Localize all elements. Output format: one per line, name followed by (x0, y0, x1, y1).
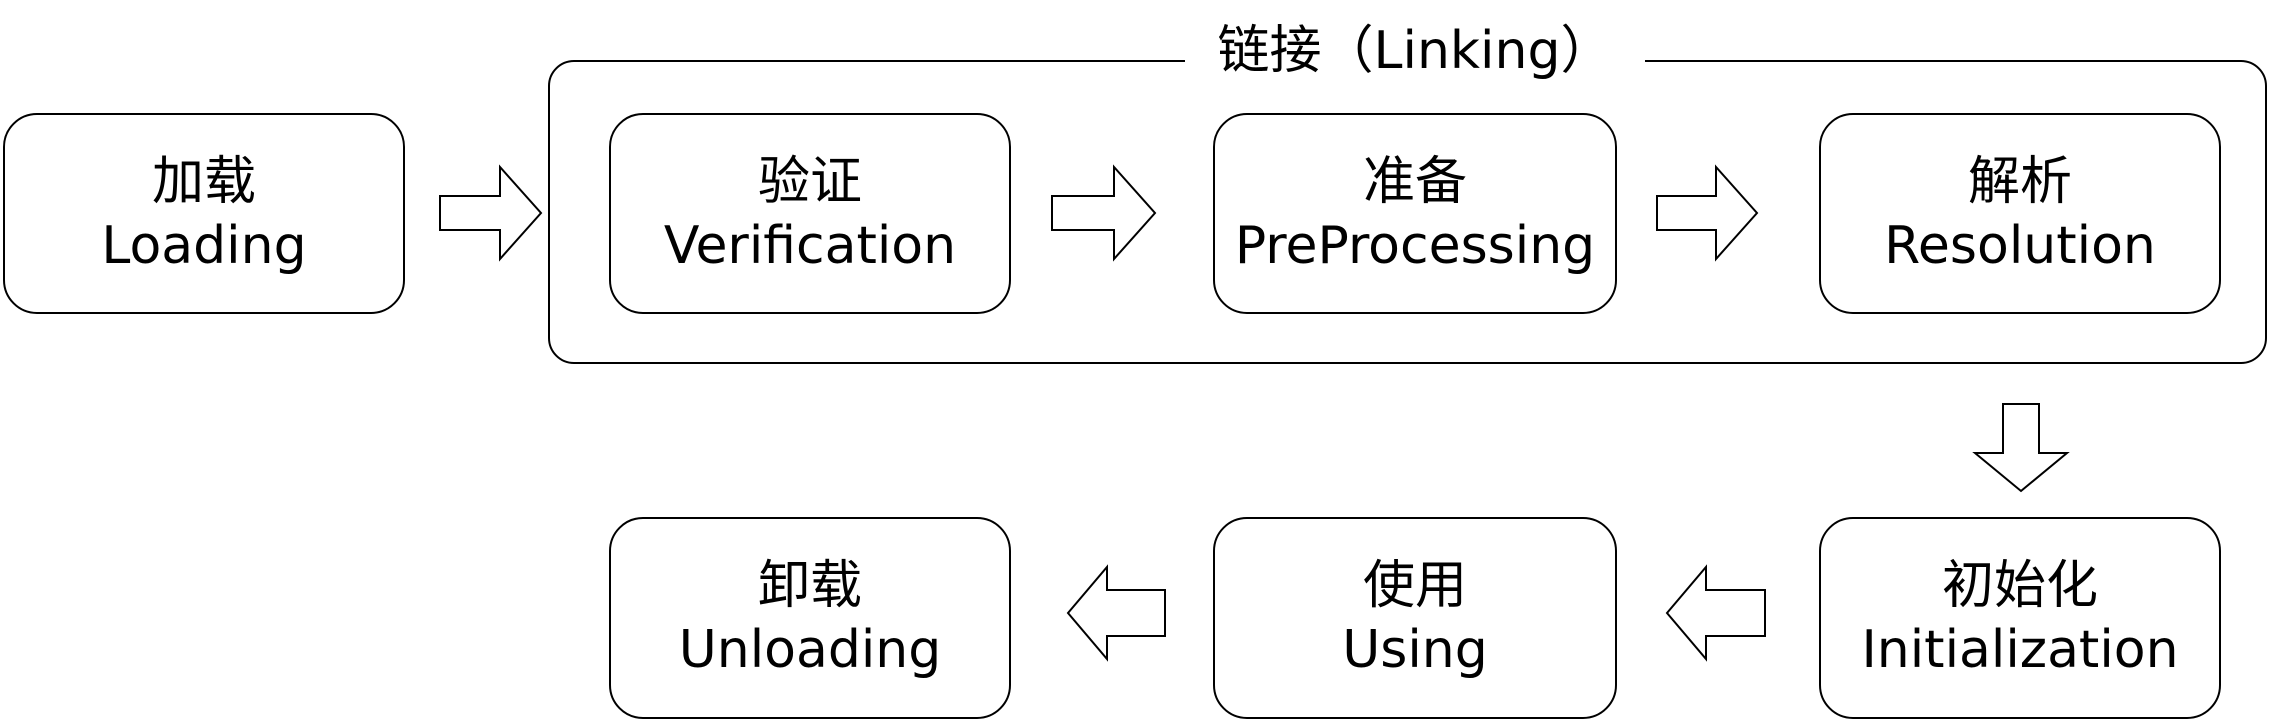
arrow-down-resolution-to-initialization (1972, 403, 2070, 493)
arrow-left-initialization-to-using (1665, 564, 1766, 662)
arrow-left-using-to-unloading (1066, 564, 1166, 662)
arrow-right-loading-to-verification (439, 164, 543, 262)
flow-arrows (439, 164, 2070, 662)
arrow-right-preparation-to-resolution (1656, 164, 1759, 262)
arrow-right-verification-to-preparation (1051, 164, 1157, 262)
